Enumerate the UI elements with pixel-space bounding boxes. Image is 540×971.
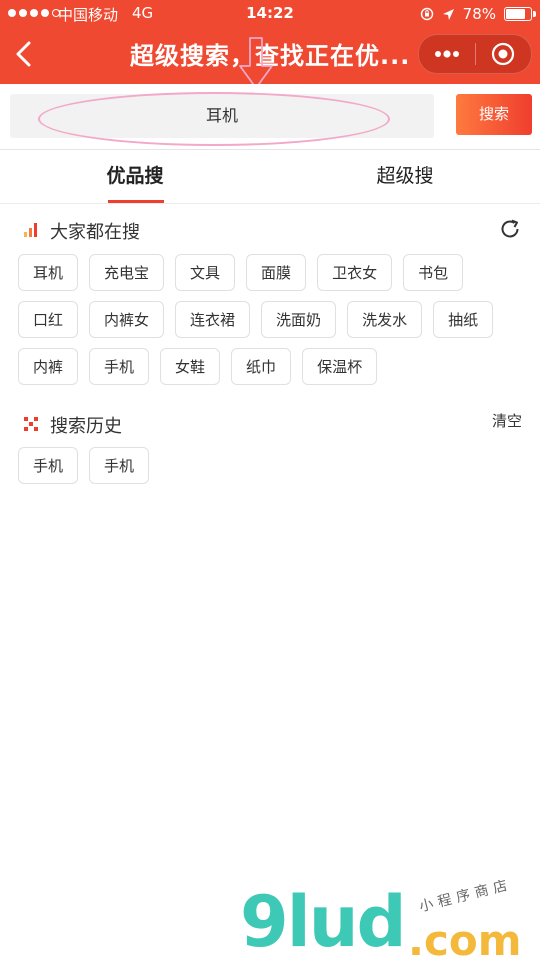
hot-tag[interactable]: 女鞋 bbox=[160, 348, 221, 385]
hot-tag[interactable]: 内裤 bbox=[18, 348, 79, 385]
watermark-suffix-text: .com bbox=[408, 916, 522, 965]
hot-tag[interactable]: 连衣裙 bbox=[175, 301, 251, 338]
close-program-icon[interactable] bbox=[491, 42, 515, 66]
status-right: 78% bbox=[420, 5, 536, 23]
history-icon bbox=[24, 417, 38, 431]
status-bar: 中国移动 4G 14:22 78% bbox=[0, 0, 540, 28]
hot-tag[interactable]: 纸巾 bbox=[231, 348, 292, 385]
watermark-main-text: 9lud bbox=[240, 881, 407, 963]
history-tag-list: 手机 手机 bbox=[18, 447, 528, 484]
hot-tag[interactable]: 抽纸 bbox=[433, 301, 494, 338]
hot-tag[interactable]: 内裤女 bbox=[89, 301, 165, 338]
more-dots-icon[interactable] bbox=[434, 48, 460, 60]
hot-tag[interactable]: 耳机 bbox=[18, 254, 79, 291]
back-arrow-icon[interactable] bbox=[12, 40, 36, 68]
hot-tag[interactable]: 洗发水 bbox=[347, 301, 423, 338]
hot-tag[interactable]: 充电宝 bbox=[89, 254, 165, 291]
divider bbox=[0, 203, 540, 204]
trending-bars-icon bbox=[24, 223, 37, 237]
annotation-highlight bbox=[38, 92, 390, 146]
hot-tag-list: 耳机 充电宝 文具 面膜 卫衣女 书包口红 内裤女 连衣裙 洗面奶 洗发水 抽纸内裤 手机 女鞋 纸巾 保温… bbox=[18, 254, 528, 385]
location-icon bbox=[442, 8, 454, 20]
hot-tag[interactable]: 手机 bbox=[89, 348, 150, 385]
watermark-sub-text: 小程序商店 bbox=[417, 876, 514, 916]
battery-percent: 78% bbox=[462, 5, 496, 23]
search-button[interactable]: 搜索 bbox=[456, 94, 532, 135]
battery-icon bbox=[504, 7, 536, 21]
mini-program-capsule bbox=[418, 34, 532, 74]
history-tag[interactable]: 手机 bbox=[18, 447, 79, 484]
tab-youpin-search[interactable]: 优品搜 bbox=[0, 150, 270, 202]
history-title: 搜索历史 bbox=[50, 416, 122, 437]
hot-tag[interactable]: 口红 bbox=[18, 301, 79, 338]
hot-tag[interactable]: 面膜 bbox=[246, 254, 307, 291]
hot-tag[interactable]: 书包 bbox=[403, 254, 464, 291]
hot-search-title: 大家都在搜 bbox=[50, 222, 140, 243]
hot-tag[interactable]: 洗面奶 bbox=[261, 301, 337, 338]
refresh-icon[interactable] bbox=[499, 218, 521, 240]
orientation-lock-icon bbox=[420, 7, 433, 21]
watermark-logo: 9lud .com 小程序商店 bbox=[240, 877, 540, 965]
history-tag[interactable]: 手机 bbox=[89, 447, 150, 484]
clear-history-button[interactable]: 清空 bbox=[492, 410, 522, 431]
hot-tag[interactable]: 卫衣女 bbox=[317, 254, 393, 291]
tab-super-search[interactable]: 超级搜 bbox=[270, 150, 540, 202]
hot-tag[interactable]: 保温杯 bbox=[302, 348, 378, 385]
hot-tag[interactable]: 文具 bbox=[175, 254, 236, 291]
